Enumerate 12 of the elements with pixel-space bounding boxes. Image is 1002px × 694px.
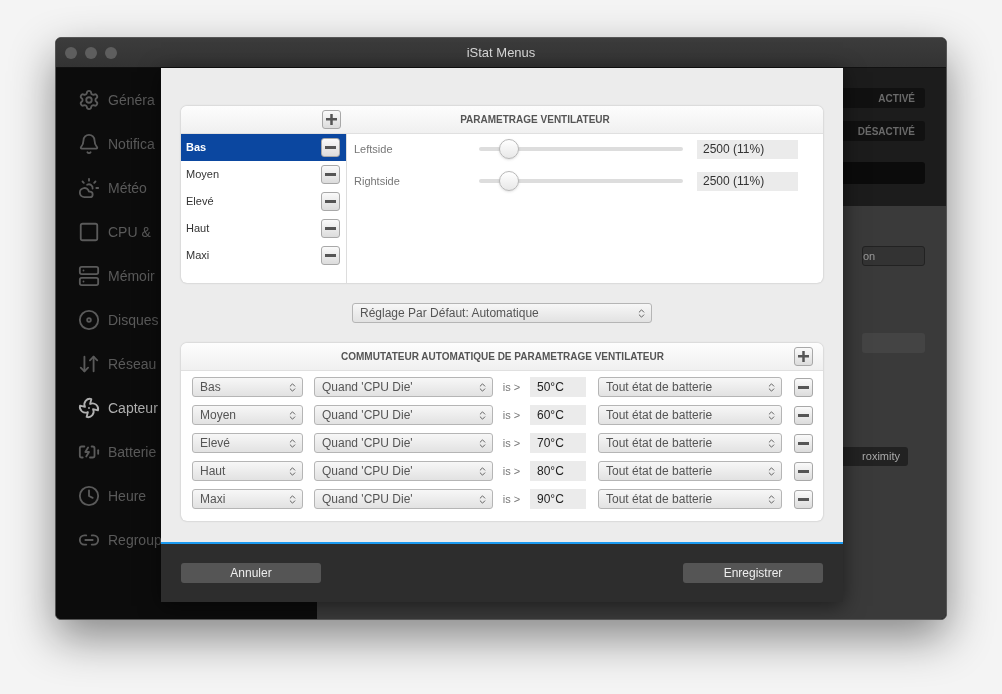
- fan-label: Rightside: [354, 173, 401, 189]
- section-title: PARAMETRAGE VENTILATEUR: [459, 113, 611, 127]
- fan-value: 2500 (11%): [697, 171, 798, 191]
- fan-value: 2500 (11%): [697, 139, 798, 159]
- comparator-label: is >: [501, 463, 522, 479]
- comparator-label: is >: [501, 435, 522, 451]
- comparator-label: is >: [501, 491, 522, 507]
- window-title: iStat Menus: [466, 43, 536, 62]
- section-title: COMMUTATEUR AUTOMATIQUE DE PARAMETRAGE VENTILATEUR: [341, 350, 665, 364]
- comparator-label: is >: [501, 407, 522, 423]
- comparator-label: is >: [501, 379, 522, 395]
- fan-label: Leftside: [354, 141, 394, 157]
